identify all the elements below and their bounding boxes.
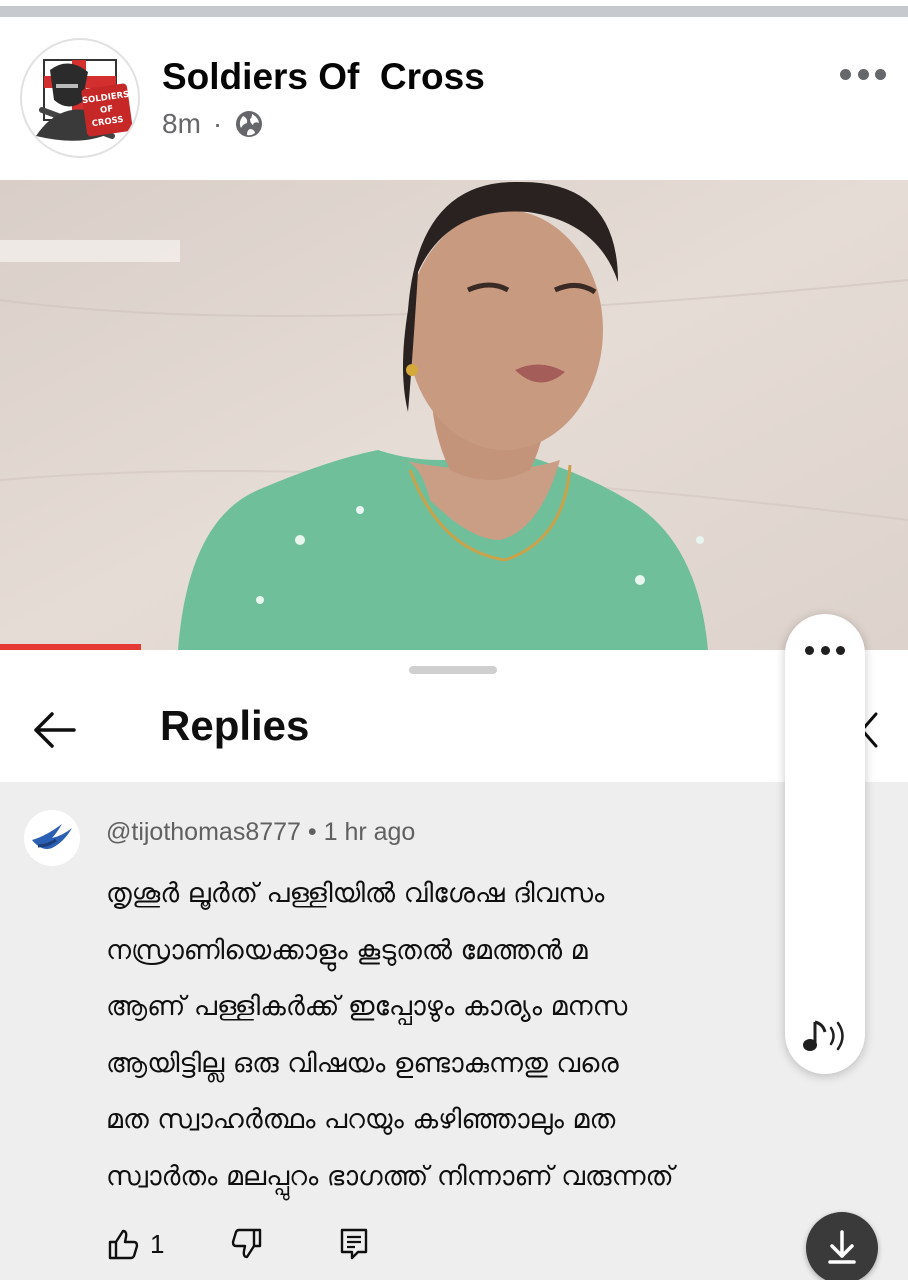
top-divider-bar bbox=[0, 6, 908, 17]
more-options-icon[interactable] bbox=[840, 64, 886, 84]
download-icon bbox=[828, 1230, 856, 1264]
logo-text-line-2: OF bbox=[100, 104, 114, 116]
video-player[interactable] bbox=[0, 180, 908, 650]
comment-line: നസ്രാണിയെക്കാളും കൂടുതൽ മേത്തൻ മ bbox=[106, 934, 588, 966]
page-name[interactable]: Soldiers Of Cross bbox=[162, 56, 485, 98]
comment-author[interactable]: @tijothomas8777 bbox=[106, 818, 301, 846]
comment-thread: @tijothomas8777 • 1 hr ago തൃശൂർ ലൂർത് പ… bbox=[0, 782, 908, 1280]
commenter-avatar[interactable] bbox=[24, 810, 80, 866]
comment-line: ആണ് പള്ളികർക്ക് ഇപ്പോഴും കാര്യം മനസ bbox=[106, 991, 628, 1022]
comment-line: മത സ്വാഹർത്ഥം പറയും കഴിഞ്ഞാലും മത bbox=[106, 1104, 616, 1135]
post-time[interactable]: 8m bbox=[162, 108, 201, 140]
arrow-left-icon[interactable] bbox=[30, 708, 78, 752]
like-button[interactable]: 1 bbox=[106, 1226, 164, 1262]
download-button[interactable] bbox=[806, 1212, 878, 1280]
comment-icon bbox=[341, 1228, 368, 1260]
page-avatar[interactable]: SOLDIERS OF CROSS bbox=[20, 38, 140, 158]
like-count: 1 bbox=[150, 1228, 165, 1259]
globe-icon bbox=[236, 111, 263, 137]
bird-logo-icon bbox=[24, 810, 80, 866]
meta-separator: · bbox=[212, 108, 223, 139]
comment-time: 1 hr ago bbox=[323, 818, 416, 846]
comment-line: ആയിട്ടില്ല ഒരു വിഷയം ഉണ്ടാകുന്നതു വരെ bbox=[106, 1047, 619, 1079]
top-strip bbox=[0, 0, 908, 18]
replies-sheet: Replies @tijothomas8777 • 1 hr ago തൃശൂർ… bbox=[0, 650, 908, 1280]
replies-title: Replies bbox=[160, 702, 310, 749]
floating-side-panel bbox=[785, 614, 865, 1074]
video-frame bbox=[0, 180, 908, 650]
comment-line: സ്വാർതം മലപ്പുറം ഭാഗത്ത് നിന്നാണ് വരുന്ന… bbox=[106, 1160, 674, 1192]
post-meta: 8m · bbox=[162, 108, 264, 140]
comment-line: തൃശൂർ ലൂർത് പള്ളിയിൽ വിശേഷ ദിവസം bbox=[106, 878, 605, 909]
replies-header: Replies bbox=[0, 678, 908, 782]
audio-note-icon[interactable] bbox=[799, 1014, 853, 1058]
post-header: SOLDIERS OF CROSS Soldiers Of Cross 8m · bbox=[0, 18, 908, 180]
comment-meta-separator: • bbox=[300, 818, 324, 846]
sheet-drag-handle[interactable] bbox=[409, 666, 497, 674]
more-horizontal-icon[interactable] bbox=[805, 646, 845, 656]
thumbs-up-icon bbox=[108, 1229, 139, 1260]
dislike-button[interactable] bbox=[228, 1226, 264, 1262]
comment-actions: 1 bbox=[106, 1222, 372, 1266]
knight-logo-icon: SOLDIERS OF CROSS bbox=[24, 42, 136, 154]
comment-text: തൃശൂർ ലൂർത് പള്ളിയിൽ വിശേഷ ദിവസം നസ്രാണി… bbox=[106, 866, 796, 1205]
reply-button[interactable] bbox=[336, 1226, 372, 1262]
comment-meta: @tijothomas8777 • 1 hr ago bbox=[106, 818, 415, 847]
thumbs-down-icon bbox=[232, 1228, 262, 1259]
